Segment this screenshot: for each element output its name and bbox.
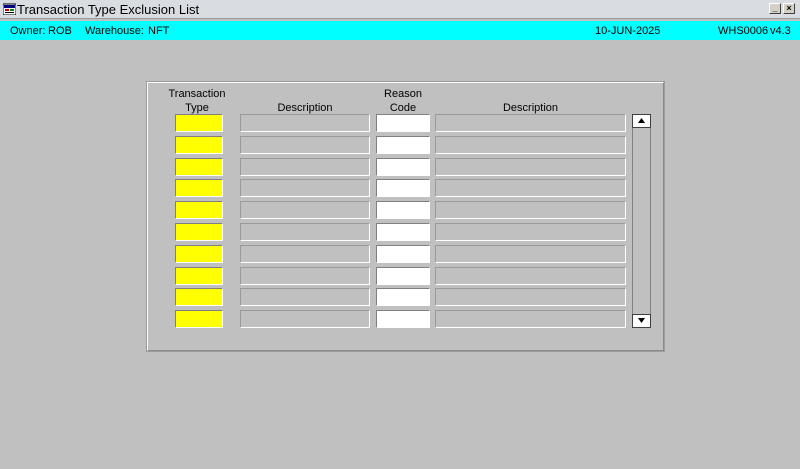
- transaction-description-field[interactable]: [240, 179, 370, 197]
- reason-code-field[interactable]: [376, 310, 430, 328]
- reason-code-field[interactable]: [376, 158, 430, 176]
- reason-description-field[interactable]: [435, 223, 626, 241]
- transaction-type-field[interactable]: [175, 136, 223, 154]
- transaction-type-field[interactable]: [175, 310, 223, 328]
- window-title: Transaction Type Exclusion List: [17, 2, 200, 17]
- reason-code-field[interactable]: [376, 223, 430, 241]
- transaction-description-field[interactable]: [240, 201, 370, 219]
- reason-description-field[interactable]: [435, 179, 626, 197]
- transaction-description-field[interactable]: [240, 310, 370, 328]
- reason-code-field[interactable]: [376, 201, 430, 219]
- transaction-type-field[interactable]: [175, 158, 223, 176]
- header-reason-description: Description: [502, 102, 559, 114]
- status-bar: Owner: ROB Warehouse: NFT 10-JUN-2025 WH…: [0, 21, 800, 40]
- transaction-description-field[interactable]: [240, 245, 370, 263]
- owner-value: ROB: [48, 25, 72, 37]
- reason-description-field[interactable]: [435, 267, 626, 285]
- reason-code-field[interactable]: [376, 245, 430, 263]
- scroll-up-icon: [638, 118, 645, 123]
- reason-code-field[interactable]: [376, 288, 430, 306]
- title-bar: Transaction Type Exclusion List _ ×: [0, 0, 800, 19]
- header-reason-code: Reason Code: [376, 87, 430, 115]
- transaction-type-field[interactable]: [175, 288, 223, 306]
- reason-description-field[interactable]: [435, 245, 626, 263]
- reason-description-field[interactable]: [435, 310, 626, 328]
- version-label: v4.3: [770, 25, 791, 37]
- header-reason-line1: Reason: [384, 88, 422, 100]
- reason-code-field[interactable]: [376, 136, 430, 154]
- module-code: WHS0006: [718, 25, 769, 37]
- transaction-description-field[interactable]: [240, 223, 370, 241]
- reason-description-field[interactable]: [435, 201, 626, 219]
- warehouse-value: NFT: [148, 25, 170, 37]
- minimize-icon: _: [772, 3, 778, 13]
- scroll-down-icon: [638, 318, 645, 323]
- transaction-description-field[interactable]: [240, 114, 370, 132]
- app-form-icon: [3, 3, 16, 15]
- transaction-description-field[interactable]: [240, 136, 370, 154]
- transaction-description-field[interactable]: [240, 158, 370, 176]
- transaction-type-field[interactable]: [175, 179, 223, 197]
- warehouse-label: Warehouse:: [85, 25, 144, 37]
- transaction-type-field[interactable]: [175, 223, 223, 241]
- transaction-type-field[interactable]: [175, 245, 223, 263]
- close-icon: ×: [786, 3, 792, 13]
- vertical-scrollbar[interactable]: [632, 114, 651, 328]
- reason-description-field[interactable]: [435, 136, 626, 154]
- transaction-description-field[interactable]: [240, 288, 370, 306]
- header-transaction-line2: Type: [185, 102, 209, 114]
- close-button[interactable]: ×: [783, 3, 795, 14]
- scroll-down-button[interactable]: [632, 314, 651, 328]
- reason-code-field[interactable]: [376, 267, 430, 285]
- date-display: 10-JUN-2025: [595, 25, 661, 37]
- reason-code-field[interactable]: [376, 179, 430, 197]
- transaction-type-field[interactable]: [175, 114, 223, 132]
- reason-description-field[interactable]: [435, 158, 626, 176]
- reason-description-field[interactable]: [435, 288, 626, 306]
- transaction-description-field[interactable]: [240, 267, 370, 285]
- header-reason-line2: Code: [389, 102, 417, 114]
- header-transaction-line1: Transaction: [168, 88, 226, 100]
- scroll-up-button[interactable]: [632, 114, 651, 128]
- transaction-type-field[interactable]: [175, 267, 223, 285]
- reason-description-field[interactable]: [435, 114, 626, 132]
- header-description: Description: [277, 102, 333, 114]
- minimize-button[interactable]: _: [769, 3, 781, 14]
- reason-code-field[interactable]: [376, 114, 430, 132]
- transaction-type-field[interactable]: [175, 201, 223, 219]
- owner-label: Owner:: [10, 25, 46, 37]
- header-transaction-type: Transaction Type: [165, 87, 229, 115]
